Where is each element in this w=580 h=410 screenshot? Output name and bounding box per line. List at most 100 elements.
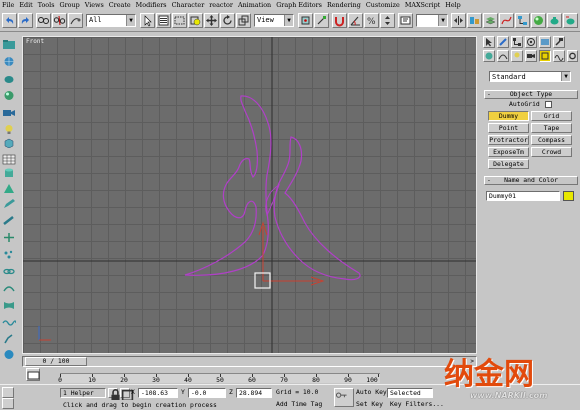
redo-button[interactable] [18, 13, 33, 28]
category-dropdown[interactable]: Standard ▼ [489, 71, 571, 82]
add-time-tag-button[interactable]: Add Time Tag [276, 400, 322, 409]
object-color-swatch[interactable] [563, 191, 574, 201]
menu-tools[interactable]: Tools [38, 1, 55, 9]
selection-filter-dropdown[interactable]: All ▼ [86, 14, 136, 27]
open-file-tool[interactable] [2, 39, 16, 50]
cloth-tool[interactable] [2, 300, 16, 311]
menu-animation[interactable]: Animation [238, 1, 271, 9]
lights-category[interactable] [511, 50, 523, 62]
crowd-button[interactable]: Crowd [531, 147, 572, 157]
frame-ruler[interactable]: 0 10 20 30 40 50 60 70 80 90 100 [58, 373, 380, 384]
menu-group[interactable]: Group [59, 1, 79, 9]
menu-character[interactable]: Character [172, 1, 205, 9]
protractor-button[interactable]: Protractor [488, 135, 529, 145]
x-coordinate-field[interactable]: -108.63 [138, 388, 178, 398]
maxscript-mini-button[interactable] [2, 398, 14, 409]
align-button[interactable] [467, 13, 482, 28]
front-viewport[interactable]: Front [22, 36, 477, 354]
named-selection-dropdown[interactable]: ▼ [416, 14, 448, 27]
z-coordinate-field[interactable]: 28.894 [236, 388, 272, 398]
object-type-rollout[interactable]: - Object Type [484, 90, 578, 99]
quick-render-button[interactable] [563, 13, 578, 28]
select-by-name-button[interactable] [156, 13, 171, 28]
key-filters-button[interactable]: Key Filters... [390, 400, 444, 409]
select-scale-button[interactable] [236, 13, 251, 28]
compass-button[interactable]: Compass [531, 135, 572, 145]
systems-category[interactable] [567, 50, 578, 62]
select-manipulate-button[interactable] [314, 13, 329, 28]
spinner-snap-button[interactable] [380, 13, 395, 28]
mirror-button[interactable] [451, 13, 466, 28]
utilities-tab[interactable] [553, 36, 565, 48]
lock-selection-button[interactable] [108, 388, 120, 402]
motion-tab[interactable] [525, 36, 537, 48]
menu-graph-editors[interactable]: Graph Editors [276, 1, 322, 9]
reference-coord-dropdown[interactable]: View ▼ [254, 14, 294, 27]
create-tab[interactable] [483, 36, 495, 48]
menu-create[interactable]: Create [109, 1, 131, 9]
key-mode-button[interactable] [334, 388, 354, 407]
menu-edit[interactable]: Edit [19, 1, 32, 9]
bone-tool[interactable] [2, 215, 16, 226]
time-slider-track[interactable]: 0 / 100 > [22, 356, 477, 367]
light-tool[interactable] [2, 124, 16, 135]
space-warps-category[interactable] [553, 50, 565, 62]
auto-key-label[interactable]: Auto Key [356, 388, 387, 397]
menu-maxscript[interactable]: MAXScript [405, 1, 440, 9]
time-slider[interactable]: 0 / 100 [25, 357, 87, 366]
grid-button[interactable]: Grid [531, 111, 572, 121]
cameras-category[interactable] [525, 50, 537, 62]
menu-rendering[interactable]: Rendering [327, 1, 361, 9]
percent-snap-button[interactable]: % [364, 13, 379, 28]
tape-button[interactable]: Tape [531, 123, 572, 133]
camera-tool[interactable] [2, 107, 16, 118]
select-move-button[interactable] [204, 13, 219, 28]
pivot-center-button[interactable] [298, 13, 313, 28]
undo-button[interactable] [2, 13, 17, 28]
particle-tool[interactable] [2, 249, 16, 260]
bind-space-warp-button[interactable] [68, 13, 83, 28]
display-tab[interactable] [539, 36, 551, 48]
menu-customize[interactable]: Customize [366, 1, 400, 9]
schematic-view-button[interactable] [515, 13, 530, 28]
delegate-button[interactable]: Delegate [488, 159, 529, 169]
selection-region-button[interactable] [172, 13, 187, 28]
menu-modifiers[interactable]: Modifiers [136, 1, 167, 9]
exposetm-button[interactable]: ExposeTm [488, 147, 529, 157]
cylinder-tool[interactable] [2, 168, 16, 179]
select-rotate-button[interactable] [220, 13, 235, 28]
menu-views[interactable]: Views [85, 1, 104, 9]
menu-reactor[interactable]: reactor [209, 1, 233, 9]
point-button[interactable]: Point [488, 123, 529, 133]
render-scene-button[interactable] [547, 13, 562, 28]
wave-tool[interactable] [2, 317, 17, 328]
angle-snap-button[interactable] [348, 13, 363, 28]
helper-tool[interactable] [2, 232, 16, 243]
dummy-button[interactable]: Dummy [488, 111, 529, 121]
set-key-label[interactable]: Set Key [356, 400, 383, 409]
autogrid-checkbox[interactable] [545, 101, 552, 108]
character-spline[interactable] [184, 95, 272, 276]
select-object-button[interactable] [140, 13, 155, 28]
mini-curve-editor-button[interactable] [26, 368, 40, 381]
world-tool[interactable] [2, 349, 16, 360]
cone-tool[interactable] [2, 183, 16, 194]
curve-editor-button[interactable] [499, 13, 514, 28]
sphere-tool[interactable] [2, 90, 16, 101]
dynamics-tool[interactable] [2, 283, 16, 294]
geometry-category[interactable] [483, 50, 495, 62]
menu-help[interactable]: Help [445, 1, 461, 9]
unlink-button[interactable] [52, 13, 67, 28]
edit-named-selection-button[interactable] [398, 13, 413, 28]
snap-toggle-button[interactable] [332, 13, 347, 28]
bone-chain-tool[interactable] [2, 333, 16, 344]
y-coordinate-field[interactable]: -0.0 [188, 388, 226, 398]
name-and-color-rollout[interactable]: - Name and Color [484, 176, 578, 185]
window-crossing-button[interactable] [188, 13, 203, 28]
helpers-category[interactable] [539, 50, 551, 62]
maxscript-listener-button[interactable] [2, 387, 14, 398]
material-editor-button[interactable] [531, 13, 546, 28]
box-tool[interactable] [2, 137, 16, 149]
grid-tool[interactable] [2, 154, 16, 165]
absolute-mode-button[interactable] [120, 388, 134, 402]
